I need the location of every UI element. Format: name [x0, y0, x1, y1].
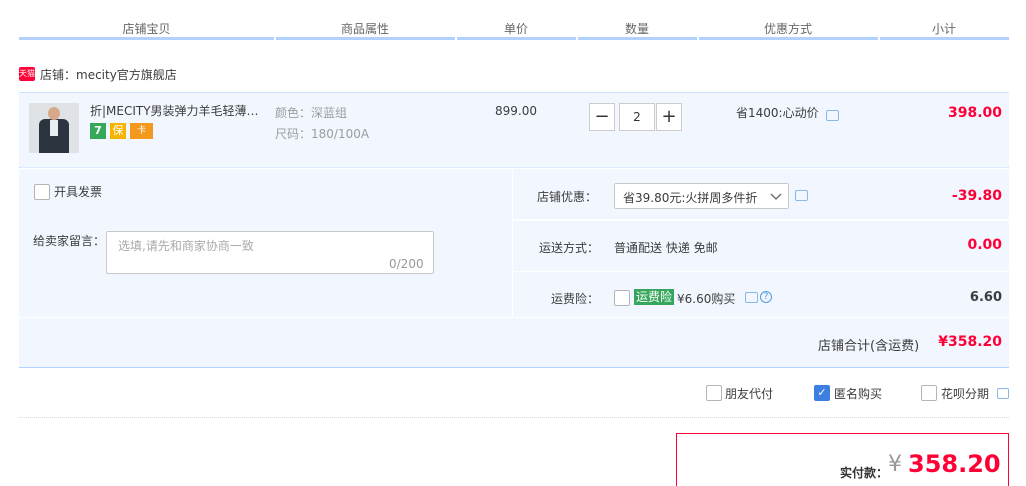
payment-amount: 358.20 — [908, 450, 1001, 478]
section-divider — [19, 417, 1009, 418]
insurance-value: 6.60 — [969, 290, 1002, 305]
header-underline — [19, 37, 274, 40]
friend-pay-checkbox[interactable] — [706, 385, 722, 401]
shop-total-value: ¥358.20 — [938, 334, 1002, 350]
guarantee-icon[interactable]: 保 — [110, 123, 126, 139]
message-label: 给卖家留言： — [33, 234, 106, 248]
huabei-checkbox[interactable] — [921, 385, 937, 401]
shop-discount-selected: 省39.80元:火拼周多件折 — [623, 191, 758, 205]
insurance-label: 运费险： — [551, 292, 600, 306]
chat-bubble-icon[interactable] — [997, 388, 1009, 399]
product-size-attr: 尺码：180/100A — [275, 127, 370, 141]
header-underline — [880, 37, 1009, 40]
shop-total-label: 店铺合计(含运费) — [818, 339, 920, 354]
payment-currency: ¥ — [888, 452, 902, 477]
invoice-checkbox[interactable] — [34, 184, 50, 200]
shop-discount-value: -39.80 — [951, 188, 1002, 204]
chat-bubble-icon[interactable] — [795, 190, 808, 201]
header-underline — [699, 37, 878, 40]
chat-bubble-icon[interactable] — [745, 292, 758, 303]
quantity-decrease-button[interactable]: − — [589, 103, 615, 131]
anonymous-checkbox[interactable]: ✓ — [814, 385, 830, 401]
product-title-link[interactable]: 折|MECITY男装弹力羊毛轻薄… — [90, 102, 265, 119]
seven-day-return-icon[interactable]: 7 — [90, 123, 106, 139]
chevron-down-icon — [770, 193, 782, 200]
shipping-method: 普通配送 快递 免邮 — [614, 241, 718, 255]
insurance-tag: 运费险 — [634, 289, 675, 305]
payment-label: 实付款： — [840, 466, 889, 480]
tmall-logo-icon: 天猫 — [19, 67, 35, 81]
friend-pay-label: 朋友代付 — [725, 387, 774, 401]
quantity-input[interactable]: 2 — [619, 103, 655, 131]
shop-name-link[interactable]: 店铺：mecity官方旗舰店 — [40, 66, 177, 83]
huabei-label: 花呗分期 — [941, 387, 990, 401]
message-char-count: 0/200 — [389, 257, 424, 271]
shipping-fee: 0.00 — [967, 237, 1002, 253]
header-underline — [276, 37, 455, 40]
product-thumbnail[interactable] — [29, 103, 79, 153]
help-question-icon[interactable]: ? — [760, 291, 772, 303]
promotion-text: 省1400:心动价 — [736, 106, 819, 120]
chat-bubble-icon[interactable] — [826, 110, 839, 121]
header-underline — [578, 37, 697, 40]
insurance-checkbox[interactable] — [614, 290, 630, 306]
quantity-increase-button[interactable]: + — [656, 103, 682, 131]
credit-card-icon[interactable]: 卡 — [130, 123, 153, 139]
anonymous-label: 匿名购买 — [834, 387, 883, 401]
invoice-label: 开具发票 — [54, 185, 103, 199]
header-underline — [457, 37, 576, 40]
unit-price: 899.00 — [495, 104, 537, 118]
product-color-attr: 颜色：深蓝组 — [275, 106, 348, 120]
shipping-label: 运送方式： — [539, 241, 600, 255]
shop-discount-select[interactable]: 省39.80元:火拼周多件折 — [614, 183, 789, 209]
insurance-price: ¥6.60购买 — [677, 292, 736, 306]
shop-discount-label: 店铺优惠： — [537, 190, 598, 204]
item-subtotal: 398.00 — [947, 105, 1002, 121]
seller-message-placeholder: 选填,请先和商家协商一致 — [118, 239, 254, 253]
